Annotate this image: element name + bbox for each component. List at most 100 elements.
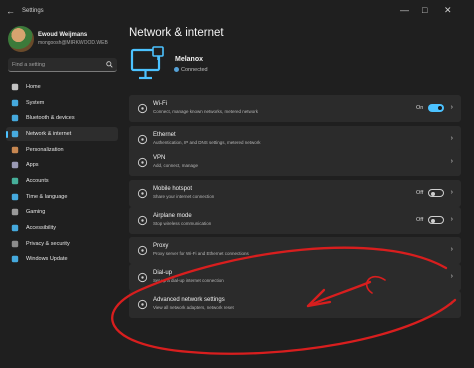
sidebar-item-label: Windows Update: [26, 256, 68, 262]
card-title: Advanced network settings: [153, 297, 225, 303]
accounts-icon: [11, 177, 19, 185]
title-bar: ← Settings — □ ✕: [0, 0, 474, 22]
sidebar-item-label: Network & internet: [26, 131, 72, 137]
card-subtitle: Stop wireless communication: [153, 221, 212, 226]
airplane-icon: [137, 215, 148, 226]
sidebar-item-bluetooth-devices[interactable]: Bluetooth & devices: [6, 111, 118, 125]
window-title: Settings: [22, 8, 44, 14]
sidebar-item-label: Home: [26, 84, 41, 90]
card-subtitle: Proxy server for Wi-Fi and Ethernet conn…: [153, 251, 249, 256]
card-dial-up[interactable]: Dial-up Set up a dial-up internet connect…: [129, 264, 461, 291]
sidebar-item-label: Apps: [26, 162, 39, 168]
accessibility-icon: [11, 224, 19, 232]
system-icon: [11, 99, 19, 107]
shield-icon: [11, 240, 19, 248]
sidebar-item-label: Bluetooth & devices: [26, 115, 75, 121]
minimize-button[interactable]: —: [400, 5, 409, 15]
card-mobile-hotspot[interactable]: Mobile hotspot Share your internet connec…: [129, 180, 461, 207]
airplane-mode-toggle[interactable]: [428, 216, 444, 224]
network-icon: [11, 130, 19, 138]
chevron-right-icon: ›: [450, 135, 453, 142]
toggle-state-label: Off: [416, 190, 424, 196]
sidebar-item-label: Time & language: [26, 194, 68, 200]
active-indicator: [6, 131, 8, 138]
card-vpn[interactable]: VPN Add, connect, manage ›: [129, 149, 461, 176]
sidebar-item-label: System: [26, 100, 45, 106]
sidebar-item-windows-update[interactable]: Windows Update: [6, 252, 118, 266]
card-title: Airplane mode: [153, 213, 192, 219]
card-advanced-network-settings[interactable]: Advanced network settings View all networ…: [129, 291, 461, 318]
card-title: VPN: [153, 155, 166, 161]
sidebar-item-network-internet[interactable]: Network & internet: [6, 127, 118, 141]
maximize-button[interactable]: □: [422, 5, 427, 15]
sidebar-item-accounts[interactable]: Accounts: [6, 174, 118, 188]
card-subtitle: Connect, manage known networks, metered …: [153, 109, 259, 114]
card-proxy[interactable]: Proxy Proxy server for Wi-Fi and Ethernet…: [129, 237, 461, 264]
sidebar-item-label: Accounts: [26, 178, 49, 184]
update-icon: [11, 255, 19, 263]
toggle-knob: [438, 106, 442, 110]
toggle-state-label: Off: [416, 217, 424, 223]
sidebar-item-gaming[interactable]: Gaming: [6, 205, 118, 219]
close-button[interactable]: ✕: [444, 5, 452, 16]
brush-icon: [11, 146, 19, 154]
chevron-right-icon: ›: [450, 216, 453, 223]
advanced-network-icon: [137, 299, 148, 310]
card-title: Proxy: [153, 243, 169, 249]
sidebar-item-privacy-security[interactable]: Privacy & security: [6, 237, 118, 251]
toggle-knob: [431, 218, 435, 223]
network-status: Connected: [181, 67, 208, 73]
card-subtitle: Share your internet connection: [153, 194, 215, 199]
gaming-icon: [11, 208, 19, 216]
chevron-right-icon: ›: [450, 104, 453, 111]
sidebar-item-label: Accessibility: [26, 225, 56, 231]
hotspot-icon: [137, 188, 148, 199]
sidebar-item-personalization[interactable]: Personalization: [6, 143, 118, 157]
back-button[interactable]: ←: [6, 6, 15, 16]
mobile-hotspot-toggle[interactable]: [428, 189, 444, 197]
monitor-icon: [130, 46, 164, 80]
network-name: Melanox: [175, 56, 204, 63]
sidebar-item-system[interactable]: System: [6, 96, 118, 110]
connected-status-icon: [174, 67, 179, 72]
sidebar-item-label: Gaming: [26, 209, 46, 215]
chevron-right-icon: ›: [450, 158, 453, 165]
proxy-icon: [137, 245, 148, 256]
search-icon: [106, 61, 113, 68]
card-subtitle: Set up a dial-up internet connection: [153, 278, 224, 283]
chevron-right-icon: ›: [450, 300, 453, 307]
card-airplane-mode[interactable]: Airplane mode Stop wireless communication…: [129, 207, 461, 234]
card-title: Wi-Fi: [153, 101, 167, 107]
sidebar-item-label: Privacy & security: [26, 241, 70, 247]
toggle-state-label: On: [416, 105, 424, 111]
dialup-icon: [137, 272, 148, 283]
ethernet-icon: [137, 134, 148, 145]
sidebar-item-time-language[interactable]: Time & language: [6, 190, 118, 204]
chevron-right-icon: ›: [450, 189, 453, 196]
sidebar-item-apps[interactable]: Apps: [6, 158, 118, 172]
apps-icon: [11, 161, 19, 169]
wifi-icon: [137, 103, 148, 114]
page-title: Network & internet: [129, 27, 224, 39]
user-name: Ewoud Weijmans: [38, 32, 88, 38]
toggle-knob: [431, 191, 435, 196]
chevron-right-icon: ›: [450, 246, 453, 253]
wi-fi-toggle[interactable]: [428, 104, 444, 112]
sidebar-item-accessibility[interactable]: Accessibility: [6, 221, 118, 235]
chevron-right-icon: ›: [450, 273, 453, 280]
card-wi-fi[interactable]: Wi-Fi Connect, manage known networks, met…: [129, 95, 461, 122]
avatar[interactable]: [8, 26, 34, 52]
card-subtitle: Authentication, IP and DNS settings, met…: [153, 140, 261, 145]
search-input[interactable]: Find a setting: [8, 58, 117, 72]
card-title: Ethernet: [153, 132, 176, 138]
globe-icon: [11, 193, 19, 201]
sidebar-item-label: Personalization: [26, 147, 64, 153]
card-title: Dial-up: [153, 270, 173, 276]
vpn-icon: [137, 157, 148, 168]
search-placeholder: Find a setting: [12, 62, 46, 68]
sidebar-item-home[interactable]: Home: [6, 80, 118, 94]
bluetooth-icon: [11, 114, 19, 122]
card-subtitle: View all network adapters, network reset: [153, 305, 234, 310]
card-subtitle: Add, connect, manage: [153, 163, 199, 168]
card-title: Mobile hotspot: [153, 186, 193, 192]
